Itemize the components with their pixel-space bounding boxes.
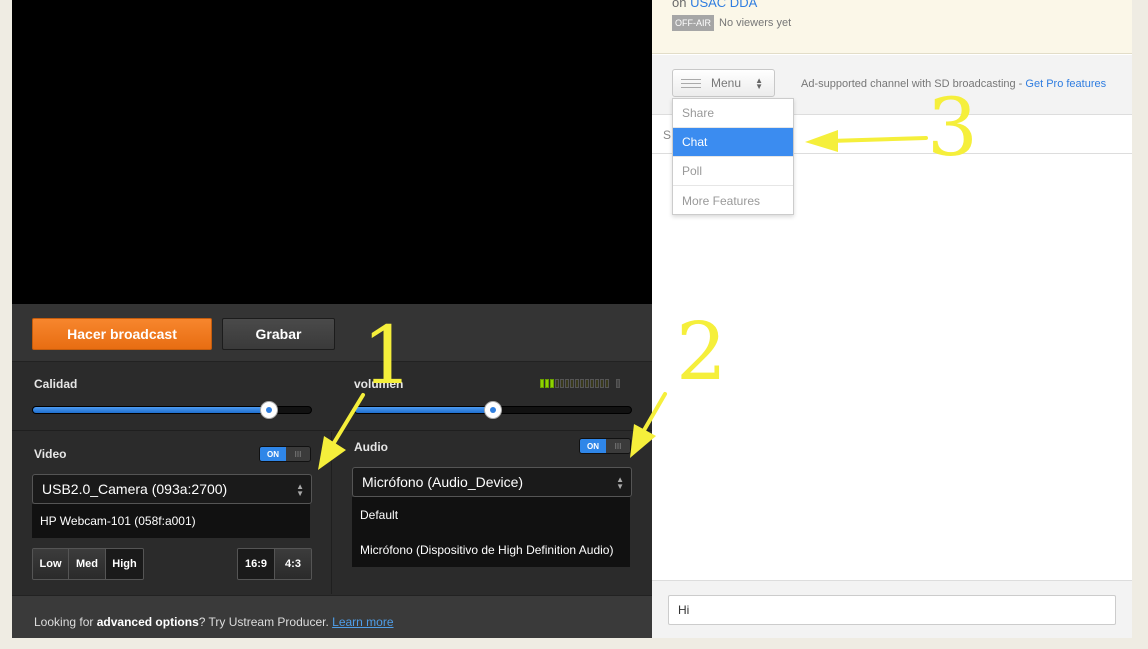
- vu-segment: [585, 379, 589, 388]
- vu-segment: [560, 379, 564, 388]
- video-settings: Video ON III USB2.0_Camera (093a:2700) ▲…: [12, 432, 332, 594]
- vu-segment: [595, 379, 599, 388]
- video-toggle-on: ON: [260, 447, 286, 461]
- camera-options: HP Webcam-101 (058f:a001): [32, 504, 310, 538]
- get-pro-link[interactable]: Get Pro features: [1025, 78, 1106, 90]
- volume-slider-fill: [355, 407, 493, 413]
- vu-segment: [555, 379, 559, 388]
- channel-name-link[interactable]: USAC DDA: [690, 0, 757, 10]
- video-toggle[interactable]: ON III: [259, 446, 311, 462]
- menu-button[interactable]: Menu ▲ ▼: [672, 69, 775, 97]
- hamburger-icon: [681, 78, 701, 88]
- video-preview: [12, 0, 652, 304]
- viewer-count: No viewers yet: [719, 17, 792, 29]
- annotation-number-3: 3: [927, 81, 978, 174]
- quality-slider[interactable]: [32, 401, 312, 419]
- camera-select[interactable]: USB2.0_Camera (093a:2700) ▲ ▼: [32, 474, 312, 504]
- microphone-option[interactable]: Micrófono (Dispositivo de High Definitio…: [352, 532, 630, 567]
- footer-prefix: Looking for: [34, 615, 97, 629]
- annotation-number-2: 2: [676, 305, 727, 398]
- menu-item-share[interactable]: Share: [673, 99, 793, 128]
- microphone-select[interactable]: Micrófono (Audio_Device) ▲ ▼: [352, 467, 632, 497]
- chevron-updown-icon: ▲ ▼: [755, 76, 763, 91]
- footer-bold: advanced options: [96, 615, 199, 629]
- vu-segment: [565, 379, 569, 388]
- vu-segment: [570, 379, 574, 388]
- status-badge: OFF-AIR: [672, 15, 714, 31]
- quality-slider-handle[interactable]: [260, 401, 279, 419]
- quality-high-button[interactable]: High: [106, 549, 143, 579]
- vu-segment: [540, 379, 544, 388]
- ad-text: Ad-supported channel with SD broadcastin…: [801, 78, 1026, 90]
- tab-label-partial: S: [663, 128, 672, 142]
- quality-low-button[interactable]: Low: [33, 549, 69, 579]
- vu-segment: [550, 379, 554, 388]
- volume-meter: [540, 379, 620, 388]
- volume-slider[interactable]: [354, 401, 632, 419]
- vu-segment: [575, 379, 579, 388]
- audio-toggle[interactable]: ON III: [579, 438, 631, 454]
- footer-middle: ? Try Ustream Producer.: [198, 615, 333, 629]
- menu-button-label: Menu: [711, 76, 742, 90]
- chat-input[interactable]: [668, 595, 1116, 625]
- camera-select-value: USB2.0_Camera (093a:2700): [42, 481, 228, 497]
- video-quality-group: Low Med High: [32, 548, 144, 580]
- learn-more-link[interactable]: Learn more: [332, 615, 393, 629]
- vu-segment: [600, 379, 604, 388]
- aspect-16-9-button[interactable]: 16:9: [238, 549, 275, 579]
- select-arrows-icon: ▲ ▼: [296, 482, 304, 498]
- aspect-4-3-button[interactable]: 4:3: [275, 549, 311, 579]
- vu-segment: [605, 379, 609, 388]
- audio-toggle-off: III: [606, 439, 630, 453]
- vu-segment: [580, 379, 584, 388]
- video-toggle-off: III: [286, 447, 310, 461]
- vu-segment: [545, 379, 549, 388]
- channel-on-prefix: on: [672, 0, 691, 10]
- microphone-options: Default Micrófono (Dispositivo de High D…: [352, 497, 630, 567]
- footer: Looking for advanced options? Try Ustrea…: [12, 595, 652, 638]
- menu-dropdown: Share Chat Poll More Features: [672, 98, 794, 215]
- aspect-ratio-group: 16:9 4:3: [237, 548, 312, 580]
- vu-peak: [616, 379, 620, 388]
- camera-option[interactable]: HP Webcam-101 (058f:a001): [32, 504, 310, 538]
- broadcast-button[interactable]: Hacer broadcast: [32, 318, 212, 350]
- volume-slider-handle[interactable]: [484, 401, 502, 419]
- menu-item-chat[interactable]: Chat: [673, 128, 793, 157]
- microphone-option[interactable]: Default: [352, 497, 630, 532]
- audio-settings: Audio ON III Micrófono (Audio_Device) ▲ ▼…: [333, 432, 652, 594]
- record-button[interactable]: Grabar: [222, 318, 335, 350]
- audio-label: Audio: [354, 440, 388, 454]
- quality-label: Calidad: [34, 377, 78, 391]
- channel-line: on USAC DDA: [672, 0, 757, 10]
- chat-compose: [652, 580, 1132, 638]
- quality-slider-fill: [33, 407, 270, 413]
- vu-segment: [590, 379, 594, 388]
- broadcast-controls: Hacer broadcast Grabar: [12, 304, 652, 362]
- menu-item-more-features[interactable]: More Features: [673, 186, 793, 215]
- quality-med-button[interactable]: Med: [69, 549, 106, 579]
- audio-toggle-on: ON: [580, 439, 606, 453]
- broadcast-console: Hacer broadcast Grabar Calidad volumen V…: [12, 0, 652, 638]
- slider-row: Calidad volumen: [12, 363, 652, 431]
- microphone-select-value: Micrófono (Audio_Device): [362, 474, 524, 490]
- channel-info: on USAC DDA OFF-AIR No viewers yet: [652, 0, 1132, 54]
- select-arrows-icon: ▲ ▼: [616, 475, 624, 491]
- menu-item-poll[interactable]: Poll: [673, 157, 793, 186]
- annotation-number-1: 1: [362, 309, 413, 402]
- video-label: Video: [34, 447, 67, 461]
